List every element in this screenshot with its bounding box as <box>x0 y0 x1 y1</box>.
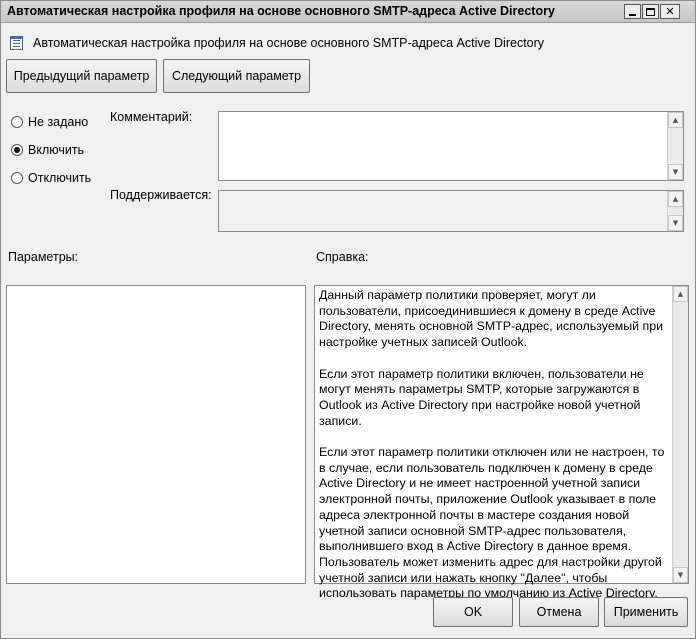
comment-scrollbar[interactable]: ▲ ▼ <box>667 112 683 180</box>
policy-header: Автоматическая настройка профиля на осно… <box>9 34 544 52</box>
radio-label: Не задано <box>28 115 89 129</box>
supported-scrollbar[interactable]: ▲ ▼ <box>667 191 683 231</box>
radio-disabled[interactable]: Отключить <box>11 171 91 185</box>
next-setting-button[interactable]: Следующий параметр <box>163 59 310 93</box>
policy-title: Автоматическая настройка профиля на осно… <box>33 36 545 50</box>
minimize-icon <box>629 13 636 16</box>
radio-circle[interactable] <box>11 116 23 128</box>
radio-enabled[interactable]: Включить <box>11 143 84 157</box>
radio-label: Отключить <box>28 171 92 185</box>
help-text: Данный параметр политики проверяет, могу… <box>319 288 671 602</box>
scroll-down-icon[interactable]: ▼ <box>668 215 683 231</box>
help-scrollbar[interactable]: ▲ ▼ <box>672 286 688 583</box>
help-paragraph: Если этот параметр политики включен, пол… <box>319 366 644 428</box>
policy-setting-icon <box>9 35 25 51</box>
radio-circle[interactable] <box>11 144 23 156</box>
radio-circle[interactable] <box>11 172 23 184</box>
comment-label: Комментарий: <box>110 110 193 124</box>
help-paragraph: Если этот параметр политики отключен или… <box>319 445 665 601</box>
title-bar[interactable]: Автоматическая настройка профиля на осно… <box>1 1 695 23</box>
options-label: Параметры: <box>8 250 79 264</box>
supported-label: Поддерживается: <box>110 188 212 202</box>
radio-not-configured[interactable]: Не задано <box>11 115 88 129</box>
ok-button[interactable]: OK <box>433 597 513 627</box>
apply-button[interactable]: Применить <box>604 597 688 627</box>
scroll-down-icon[interactable]: ▼ <box>673 567 688 583</box>
scroll-down-icon[interactable]: ▼ <box>668 164 683 180</box>
previous-setting-button[interactable]: Предыдущий параметр <box>6 59 157 93</box>
comment-textarea[interactable]: ▲ ▼ <box>218 111 684 181</box>
cancel-button[interactable]: Отмена <box>519 597 599 627</box>
scroll-up-icon[interactable]: ▲ <box>673 286 688 302</box>
supported-textarea: ▲ ▼ <box>218 190 684 232</box>
close-icon: ✕ <box>665 5 675 18</box>
help-label: Справка: <box>316 250 369 264</box>
window-title: Автоматическая настройка профиля на осно… <box>7 4 555 18</box>
help-paragraph: Данный параметр политики проверяет, могу… <box>319 288 664 350</box>
maximize-button[interactable] <box>642 4 659 19</box>
scroll-up-icon[interactable]: ▲ <box>668 191 683 207</box>
maximize-icon <box>646 7 655 16</box>
help-panel[interactable]: Данный параметр политики проверяет, могу… <box>314 285 689 600</box>
policy-setting-window: Автоматическая настройка профиля на осно… <box>0 0 696 639</box>
radio-label: Включить <box>28 143 85 157</box>
options-panel <box>6 285 306 584</box>
scroll-up-icon[interactable]: ▲ <box>668 112 683 128</box>
minimize-button[interactable] <box>624 4 641 19</box>
close-button[interactable]: ✕ <box>660 4 680 19</box>
